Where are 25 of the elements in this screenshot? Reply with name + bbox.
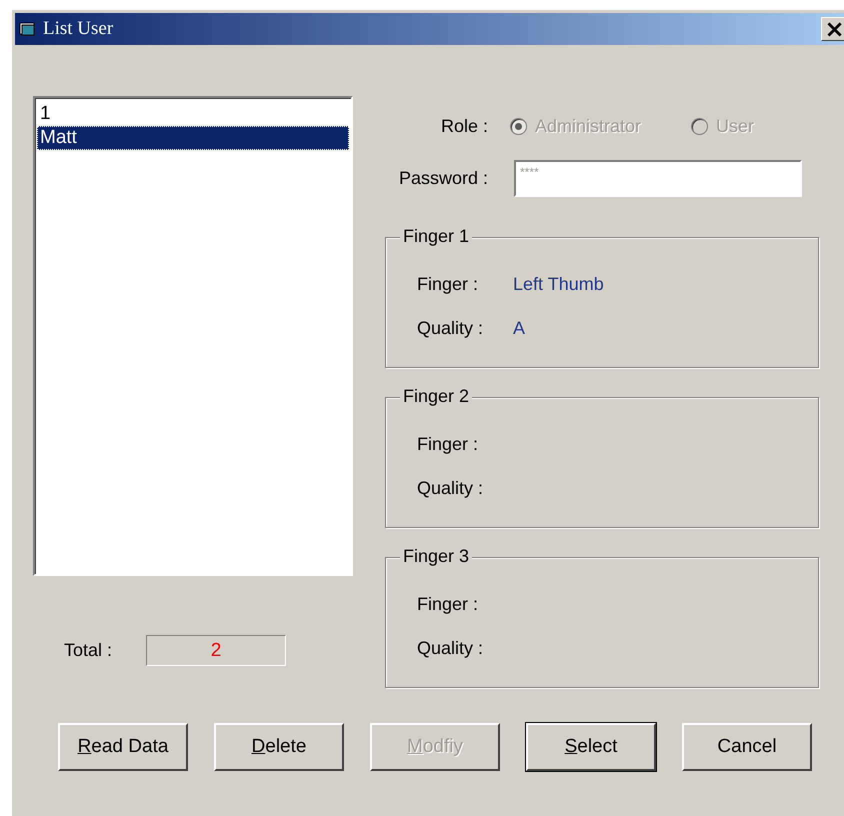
quality-label: Quality :: [417, 478, 484, 498]
group-title: Finger 2: [400, 386, 472, 407]
finger-value: Left Thumb: [513, 274, 604, 294]
list-item[interactable]: Matt: [37, 126, 349, 150]
total-field: 2: [146, 635, 286, 666]
quality-label: Quality :: [417, 318, 484, 338]
group-title: Finger 3: [400, 546, 472, 567]
password-label: Password :: [398, 168, 488, 189]
quality-value: A: [513, 318, 526, 338]
finger-label: Finger :: [417, 274, 480, 294]
dialog-button[interactable]: Cancel: [682, 723, 812, 771]
finger-label: Finger :: [417, 434, 480, 454]
dialog-button[interactable]: Select: [526, 723, 656, 771]
group-title: Finger 1: [400, 226, 472, 247]
total-label: Total :: [64, 640, 114, 661]
dialog-button[interactable]: Delete: [214, 723, 344, 771]
finger-label: Finger :: [417, 594, 480, 614]
close-button[interactable]: ×: [821, 17, 844, 41]
window-icon: [19, 21, 37, 37]
user-list[interactable]: 1 Matt: [33, 96, 353, 576]
quality-label: Quality :: [417, 638, 484, 658]
list-item[interactable]: 1: [37, 102, 349, 126]
role-label: Role :: [440, 116, 488, 136]
dialog-button[interactable]: Read Data: [58, 723, 188, 771]
window-title: List User: [43, 18, 114, 40]
